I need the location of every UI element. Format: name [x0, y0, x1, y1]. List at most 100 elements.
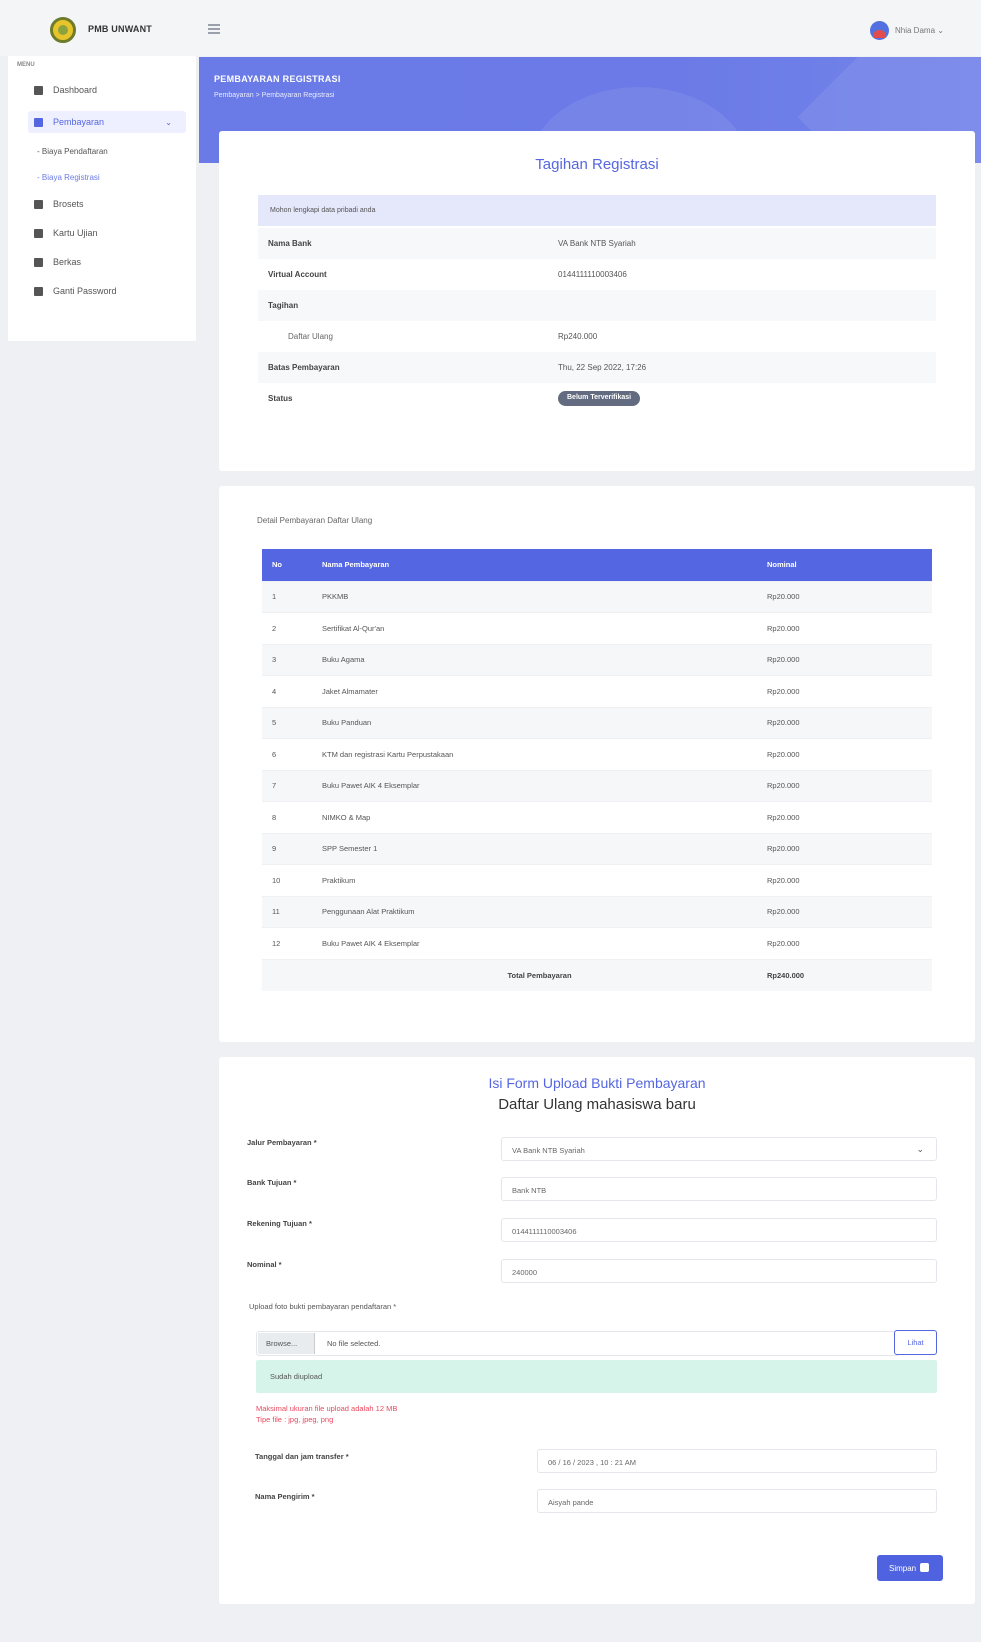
- total-label: Total Pembayaran: [312, 958, 757, 991]
- lock-icon: [34, 286, 43, 296]
- tagihan-card: Tagihan Registrasi Mohon lengkapi data p…: [219, 131, 975, 471]
- browse-button[interactable]: Browse...: [258, 1333, 315, 1354]
- upload-success-alert: Sudah diupload: [256, 1360, 937, 1393]
- payment-nominal: Rp20.000: [757, 895, 932, 928]
- info-row-nama-bank: Nama Bank VA Bank NTB Syariah: [258, 228, 936, 259]
- chevron-down-icon: ⌄: [916, 1144, 924, 1154]
- rincian-caption: Detail Pembayaran Daftar Ulang: [257, 516, 373, 525]
- user-avatar[interactable]: [870, 21, 889, 40]
- info-row-daftar-ulang: Daftar Ulang Rp240.000: [288, 332, 598, 341]
- table-total-row: Total Pembayaran Rp240.000: [262, 958, 932, 991]
- max-size-note: Maksimal ukuran file upload adalah 12 MB: [256, 1404, 398, 1413]
- table-row: 6 KTM dan registrasi Kartu Perpustakaan Rp…: [262, 738, 932, 770]
- sidebar-item-dashboard[interactable]: Dashboard: [34, 85, 97, 95]
- table-row: 2 Sertifikat Al-Qur'an Rp20.000: [262, 612, 932, 644]
- payment-nominal: Rp20.000: [757, 864, 932, 896]
- table-row: 7 Buku Pawet AIK 4 Eksemplar Rp20.000: [262, 769, 932, 802]
- sidebar-item-pembayaran[interactable]: Pembayaran ⌄: [28, 111, 186, 133]
- table-row: 5 Buku Panduan Rp20.000: [262, 706, 932, 739]
- top-bar: PMB UNWANT Nhia Dama ⌄: [0, 0, 981, 56]
- info-row-batas-pembayaran: Batas Pembayaran Thu, 22 Sep 2022, 17:26: [258, 352, 936, 383]
- column-header-nominal: Nominal: [757, 549, 932, 581]
- table-row: 3 Buku Agama Rp20.000: [262, 643, 932, 676]
- view-file-button[interactable]: Lihat: [894, 1330, 937, 1355]
- nominal-label: Nominal *: [247, 1260, 282, 1269]
- payment-nominal: Rp20.000: [757, 675, 932, 707]
- row-number: 1: [262, 580, 312, 613]
- pengirim-field[interactable]: Aisyah pande: [537, 1489, 937, 1513]
- total-value: Rp240.000: [757, 958, 932, 991]
- nominal-field[interactable]: 240000: [501, 1259, 937, 1283]
- sidebar-subitem-biaya-registrasi[interactable]: - Biaya Registrasi: [37, 173, 100, 182]
- payment-name: PKKMB: [312, 580, 757, 613]
- user-name-dropdown[interactable]: Nhia Dama ⌄: [895, 26, 944, 35]
- row-number: 9: [262, 832, 312, 865]
- column-header-no: No: [262, 549, 312, 581]
- book-icon: [34, 199, 43, 209]
- sidebar-item-label: Kartu Ujian: [53, 228, 98, 238]
- row-number: 6: [262, 738, 312, 770]
- file-name-text: No file selected.: [327, 1339, 381, 1348]
- row-number: 4: [262, 675, 312, 707]
- jalur-select[interactable]: VA Bank NTB Syariah ⌄: [501, 1137, 937, 1161]
- rincian-card: Detail Pembayaran Daftar Ulang No Nama P…: [219, 486, 975, 1042]
- payment-nominal: Rp20.000: [757, 612, 932, 644]
- sidebar-subitem-biaya-pendaftaran[interactable]: - Biaya Pendaftaran: [37, 147, 108, 156]
- sidebar-item-label: Brosets: [53, 199, 84, 209]
- status-badge: Belum Terverifikasi: [558, 391, 641, 406]
- upload-form-card: Isi Form Upload Bukti Pembayaran Daftar …: [219, 1057, 975, 1604]
- form-title: Isi Form Upload Bukti Pembayaran: [488, 1075, 706, 1091]
- credit-card-icon: [34, 117, 43, 127]
- breadcrumb[interactable]: Pembayaran > Pembayaran Registrasi: [214, 92, 334, 99]
- sidebar-item-kartu-ujian[interactable]: Kartu Ujian: [34, 228, 98, 238]
- menu-label: MENU: [17, 62, 35, 68]
- table-row: 8 NIMKO & Map Rp20.000: [262, 801, 932, 833]
- bank-field[interactable]: Bank NTB: [501, 1177, 937, 1201]
- rincian-table: No Nama Pembayaran Nominal 1 PKKMB Rp20.00…: [262, 549, 932, 991]
- payment-name: Buku Pawet AIK 4 Eksemplar: [312, 927, 757, 959]
- payment-name: NIMKO & Map: [312, 801, 757, 833]
- info-row-tagihan: Tagihan: [258, 290, 936, 321]
- info-alert: Mohon lengkapi data pribadi anda: [258, 195, 936, 226]
- sidebar-item-berkas[interactable]: Berkas: [34, 257, 81, 267]
- table-row: 12 Buku Pawet AIK 4 Eksemplar Rp20.000: [262, 927, 932, 959]
- university-logo: [50, 17, 76, 43]
- payment-name: Buku Panduan: [312, 706, 757, 739]
- payment-name: Praktikum: [312, 864, 757, 896]
- column-header-nama: Nama Pembayaran: [312, 549, 757, 581]
- save-button[interactable]: Simpan: [877, 1555, 943, 1581]
- tanggal-datetime-field[interactable]: 06 / 16 / 2023 , 10 : 21 AM: [537, 1449, 937, 1473]
- payment-nominal: Rp20.000: [757, 580, 932, 613]
- payment-nominal: Rp20.000: [757, 927, 932, 959]
- payment-nominal: Rp20.000: [757, 706, 932, 739]
- home-icon: [34, 85, 43, 95]
- payment-name: Buku Pawet AIK 4 Eksemplar: [312, 769, 757, 802]
- form-subtitle: Daftar Ulang mahasiswa baru: [498, 1096, 696, 1113]
- rekening-field[interactable]: 0144111110003406: [501, 1218, 937, 1242]
- sidebar-item-brosets[interactable]: Brosets: [34, 199, 84, 209]
- row-number: 3: [262, 643, 312, 676]
- bank-label: Bank Tujuan *: [247, 1178, 297, 1187]
- payment-nominal: Rp20.000: [757, 769, 932, 802]
- row-number: 10: [262, 864, 312, 896]
- row-number: 11: [262, 895, 312, 928]
- tagihan-title: Tagihan Registrasi: [535, 156, 659, 173]
- info-row-status: Status Belum Terverifikasi: [258, 383, 936, 414]
- payment-name: SPP Semester 1: [312, 832, 757, 865]
- sidebar-item-label: Dashboard: [53, 85, 98, 95]
- jalur-label: Jalur Pembayaran *: [247, 1138, 317, 1147]
- payment-nominal: Rp20.000: [757, 643, 932, 676]
- payment-name: Jaket Almamater: [312, 675, 757, 707]
- file-upload-input[interactable]: Browse... No file selected.: [256, 1331, 900, 1356]
- payment-name: Penggunaan Alat Praktikum: [312, 895, 757, 928]
- sidebar-item-ganti-password[interactable]: Ganti Password: [34, 286, 117, 296]
- payment-nominal: Rp20.000: [757, 738, 932, 770]
- sidebar-item-label: Pembayaran: [53, 117, 105, 127]
- save-icon: [920, 1563, 930, 1572]
- page-title: PEMBAYARAN REGISTRASI: [214, 74, 341, 84]
- id-card-icon: [34, 228, 43, 238]
- table-row: 11 Penggunaan Alat Praktikum Rp20.000: [262, 895, 932, 928]
- payment-nominal: Rp20.000: [757, 801, 932, 833]
- hamburger-menu-icon[interactable]: [208, 24, 220, 34]
- row-number: 2: [262, 612, 312, 644]
